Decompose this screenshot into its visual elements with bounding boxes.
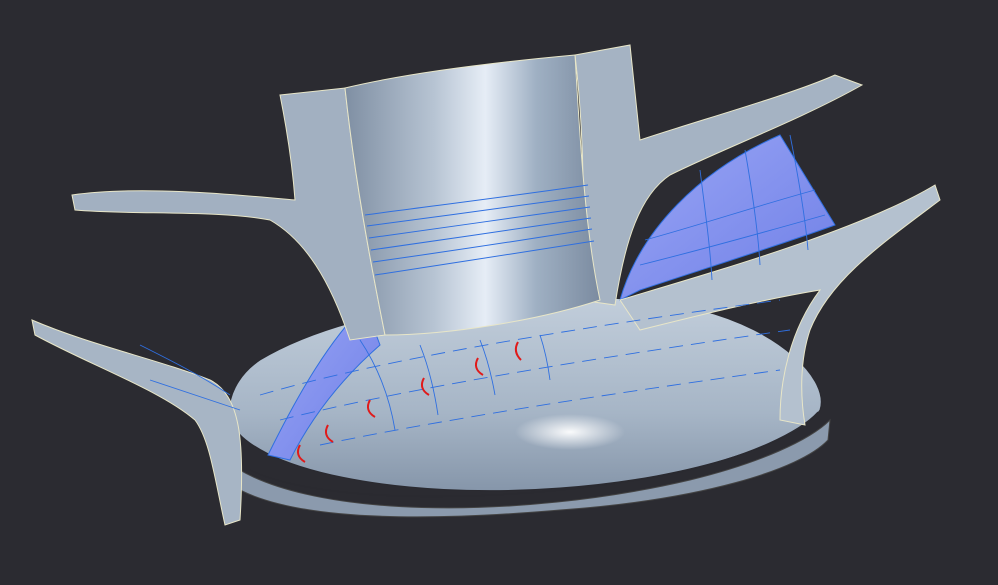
blade-left-back bbox=[71, 87, 386, 341]
blade-front-left bbox=[31, 319, 243, 526]
central-hub[interactable] bbox=[344, 54, 601, 336]
cad-3d-viewport[interactable] bbox=[0, 0, 998, 585]
impeller-model[interactable] bbox=[0, 0, 998, 585]
